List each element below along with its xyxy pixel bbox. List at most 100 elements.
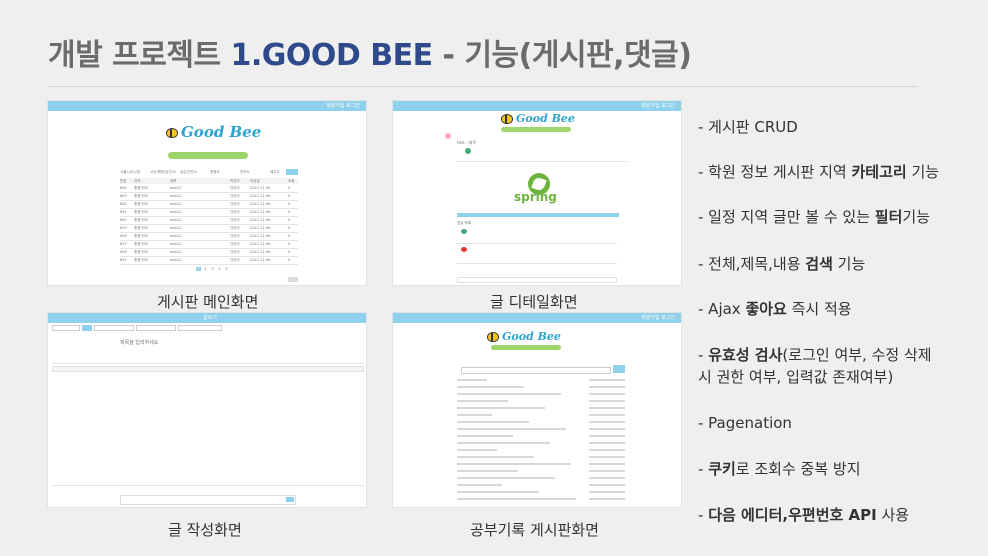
address-field[interactable] xyxy=(136,325,176,331)
table-cell[interactable]: test22 xyxy=(170,210,181,214)
table-cell: 856 xyxy=(120,250,127,254)
table-cell[interactable]: test22 xyxy=(170,202,181,206)
list-item[interactable] xyxy=(457,435,513,437)
table-cell: 863 xyxy=(120,194,127,198)
filter-option[interactable]: 공주/천안시 xyxy=(180,170,197,175)
table-row-divider xyxy=(120,264,298,265)
table-header-cell: 조회 xyxy=(288,179,295,183)
address-extra-field[interactable] xyxy=(178,325,222,331)
table-cell: 관리자 xyxy=(230,186,240,190)
list-item[interactable] xyxy=(457,491,539,493)
topbar-links[interactable]: 회원가입 로그인 xyxy=(326,102,360,109)
logo-text: Good Bee xyxy=(502,330,561,343)
list-item[interactable] xyxy=(457,393,561,395)
editor-body[interactable] xyxy=(52,373,364,483)
list-item[interactable] xyxy=(457,428,566,430)
table-row-divider xyxy=(120,248,298,249)
list-item[interactable] xyxy=(457,477,555,479)
region-select[interactable] xyxy=(52,325,80,331)
table-cell[interactable]: test22 xyxy=(170,218,181,222)
filter-option[interactable]: 제주도 xyxy=(270,170,280,175)
comment-submit-button[interactable] xyxy=(457,285,471,286)
table-cell[interactable]: test22 xyxy=(170,226,181,230)
topbar-links[interactable]: 회원가입 로그인 xyxy=(641,102,675,109)
page-number[interactable]: 3 xyxy=(210,267,215,271)
title-suffix: - 기능(게시판,댓글) xyxy=(432,38,692,73)
table-cell: 관리자 xyxy=(230,250,240,254)
list-item-meta xyxy=(589,498,625,500)
zipcode-button[interactable] xyxy=(82,325,92,331)
caption-main: 게시판 메인화면 xyxy=(157,293,259,311)
table-cell: 0 xyxy=(288,218,291,222)
table-header-cell: 지역 xyxy=(134,179,141,183)
list-item[interactable] xyxy=(457,421,529,423)
list-item[interactable] xyxy=(457,386,524,388)
list-item[interactable] xyxy=(457,470,518,472)
banner xyxy=(491,345,561,350)
title-placeholder[interactable]: 제목을 입력하세요 xyxy=(120,339,158,346)
filter-option[interactable]: 서울시(도)/경 xyxy=(120,170,140,175)
editor-toolbar[interactable] xyxy=(52,366,364,372)
table-cell[interactable]: test22 xyxy=(170,234,181,238)
page-number[interactable]: 1 xyxy=(196,267,201,271)
page-number[interactable]: 4 xyxy=(217,267,222,271)
list-item-meta xyxy=(589,421,625,423)
post-title: test - 제목 xyxy=(457,140,477,145)
write-button[interactable] xyxy=(288,277,298,282)
list-item[interactable] xyxy=(457,400,508,402)
table-cell: 859 xyxy=(120,226,127,230)
table-cell: 857 xyxy=(120,242,127,246)
list-item-meta xyxy=(589,407,625,409)
table-cell: 2023-11-06 xyxy=(250,234,271,238)
table-cell: 860 xyxy=(120,218,127,222)
banner xyxy=(168,152,248,159)
table-cell: 충청/전라 xyxy=(134,226,149,230)
feature-validation-cont: 시 권한 여부, 입력값 존재여부) xyxy=(698,368,894,386)
list-item[interactable] xyxy=(457,379,487,381)
filter-option[interactable]: 충청도 xyxy=(210,170,220,175)
title-highlight: 1.GOOD BEE xyxy=(230,38,434,73)
table-cell[interactable]: test22 xyxy=(170,242,181,246)
study-search-button[interactable] xyxy=(613,365,625,373)
filter-option[interactable]: 서산/해미/당진/오 xyxy=(150,170,176,175)
table-cell[interactable]: test22 xyxy=(170,194,181,198)
list-item[interactable] xyxy=(457,456,534,458)
table-row-divider xyxy=(120,256,298,257)
submit-button[interactable] xyxy=(286,497,294,502)
table-cell[interactable]: test22 xyxy=(170,186,181,190)
bee-icon xyxy=(487,332,499,342)
list-item[interactable] xyxy=(457,498,576,500)
list-item[interactable] xyxy=(457,449,497,451)
search-button[interactable] xyxy=(286,169,298,175)
table-cell: 관리자 xyxy=(230,226,240,230)
comment-input[interactable] xyxy=(457,277,617,283)
table-cell: 0 xyxy=(288,234,291,238)
list-item-meta xyxy=(589,428,625,430)
list-item[interactable] xyxy=(457,484,502,486)
zipcode-field[interactable] xyxy=(94,325,134,331)
list-item-meta xyxy=(589,463,625,465)
table-cell: 2023-11-06 xyxy=(250,202,271,206)
like-heart-icon[interactable] xyxy=(461,247,467,252)
page-number[interactable]: 5 xyxy=(224,267,229,271)
list-item[interactable] xyxy=(457,463,571,465)
bee-icon xyxy=(166,128,178,138)
comment-header-bar xyxy=(457,213,619,217)
list-item[interactable] xyxy=(457,407,545,409)
table-header-cell: 작성일 xyxy=(250,179,260,183)
filter-option[interactable]: 전라도 xyxy=(240,170,250,175)
topbar-links[interactable]: 회원가입 로그인 xyxy=(641,314,675,321)
table-cell[interactable]: test22 xyxy=(170,250,181,254)
table-cell: 855 xyxy=(120,258,127,262)
logo: Good Bee xyxy=(487,330,561,343)
study-search-input[interactable] xyxy=(461,367,611,374)
table-row-divider xyxy=(120,208,298,209)
study-list xyxy=(457,379,627,507)
list-item[interactable] xyxy=(457,414,492,416)
table-cell[interactable]: test22 xyxy=(170,258,181,262)
page-number[interactable]: 2 xyxy=(203,267,208,271)
list-item[interactable] xyxy=(457,442,550,444)
divider xyxy=(457,161,627,162)
table-cell: 0 xyxy=(288,186,291,190)
banner xyxy=(501,127,571,132)
